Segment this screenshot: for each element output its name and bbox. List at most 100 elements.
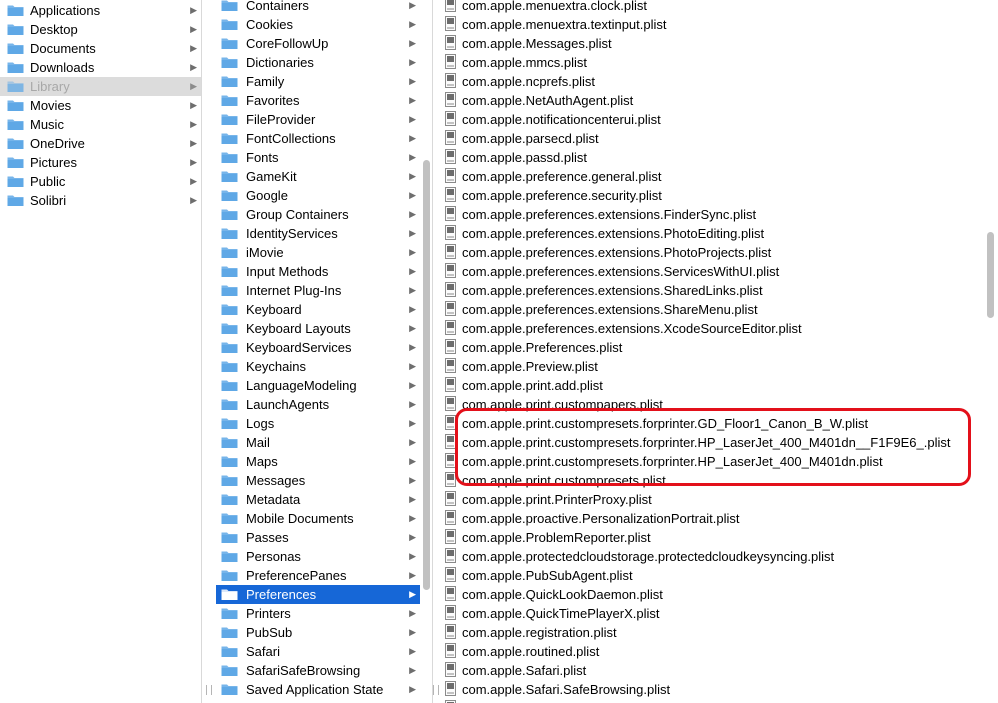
plist-file-item[interactable]: com.apple.Safari.SafeBrowsing.plist — [440, 680, 998, 699]
plist-file-item[interactable]: com.apple.routined.plist — [440, 642, 998, 661]
library-folder-item[interactable]: LaunchAgents ▶ — [216, 395, 420, 414]
library-folder-item[interactable]: Metadata ▶ — [216, 490, 420, 509]
plist-file-item[interactable]: com.apple.proactive.PersonalizationPortr… — [440, 509, 998, 528]
folder-icon — [221, 57, 238, 68]
item-label: com.apple.menuextra.textinput.plist — [462, 17, 667, 32]
disclosure-arrow-icon: ▶ — [190, 100, 197, 110]
disclosure-arrow-icon: ▶ — [409, 152, 416, 162]
plist-file-item[interactable]: com.apple.notificationcenterui.plist — [440, 110, 998, 129]
library-folder-item[interactable]: GameKit ▶ — [216, 167, 420, 186]
library-folder-item[interactable]: Logs ▶ — [216, 414, 420, 433]
plist-file-item[interactable]: com.apple.Safari.plist — [440, 661, 998, 680]
plist-file-item[interactable]: com.apple.preferences.extensions.PhotoPr… — [440, 243, 998, 262]
library-folder-item[interactable]: Saved Application State ▶ — [216, 680, 420, 699]
plist-file-item[interactable]: com.apple.Preview.plist — [440, 357, 998, 376]
library-folder-item[interactable]: Maps ▶ — [216, 452, 420, 471]
library-folder-item[interactable]: LanguageModeling ▶ — [216, 376, 420, 395]
library-folder-item[interactable]: Preferences ▶ — [216, 585, 420, 604]
folder-icon — [221, 131, 238, 145]
plist-file-item[interactable]: com.apple.menuextra.textinput.plist — [440, 15, 998, 34]
column-resize-handle[interactable] — [206, 685, 212, 695]
folder-icon — [221, 76, 238, 87]
library-folder-item[interactable]: Keyboard ▶ — [216, 300, 420, 319]
plist-file-item[interactable]: com.apple.ncprefs.plist — [440, 72, 998, 91]
plist-file-item[interactable]: com.apple.preferences.extensions.PhotoEd… — [440, 224, 998, 243]
library-folder-item[interactable]: KeyboardServices ▶ — [216, 338, 420, 357]
plist-file-item[interactable]: com.apple.passd.plist — [440, 148, 998, 167]
library-folder-item[interactable]: Printers ▶ — [216, 604, 420, 623]
sidebar-item[interactable]: Solibri ▶ — [0, 191, 201, 210]
library-folder-item[interactable]: Input Methods ▶ — [216, 262, 420, 281]
plist-file-item[interactable]: com.apple.NetAuthAgent.plist — [440, 91, 998, 110]
item-label: Safari — [246, 644, 280, 659]
plist-file-item[interactable]: com.apple.Preferences.plist — [440, 338, 998, 357]
disclosure-arrow-icon: ▶ — [409, 380, 416, 390]
library-folder-item[interactable]: Internet Plug-Ins ▶ — [216, 281, 420, 300]
sidebar-item[interactable]: Pictures ▶ — [0, 153, 201, 172]
plist-file-item[interactable]: com.apple.preferences.extensions.SharedL… — [440, 281, 998, 300]
plist-file-item[interactable]: com.apple.parsecd.plist — [440, 129, 998, 148]
plist-file-item[interactable]: com.apple.QuickTimePlayerX.plist — [440, 604, 998, 623]
library-folder-item[interactable]: Family ▶ — [216, 72, 420, 91]
sidebar-item[interactable]: OneDrive ▶ — [0, 134, 201, 153]
plist-file-item[interactable]: com.apple.Messages.plist — [440, 34, 998, 53]
plist-file-item[interactable]: com.apple.print.add.plist — [440, 376, 998, 395]
sidebar-item[interactable]: Library ▶ — [0, 77, 201, 96]
library-folder-item[interactable]: Personas ▶ — [216, 547, 420, 566]
library-folder-item[interactable]: IdentityServices ▶ — [216, 224, 420, 243]
plist-file-item[interactable]: com.apple.PubSubAgent.plist — [440, 566, 998, 585]
plist-file-item[interactable]: com.apple.registration.plist — [440, 623, 998, 642]
library-column-scrollbar[interactable] — [423, 160, 430, 590]
plist-file-item[interactable]: com.apple.Safari.Support.plist — [440, 699, 998, 703]
preferences-column-scrollbar[interactable] — [987, 232, 994, 318]
plist-file-item[interactable]: com.apple.protectedcloudstorage.protecte… — [440, 547, 998, 566]
library-folder-item[interactable]: PreferencePanes ▶ — [216, 566, 420, 585]
plist-file-item[interactable]: com.apple.preference.general.plist — [440, 167, 998, 186]
library-folder-item[interactable]: PubSub ▶ — [216, 623, 420, 642]
library-folder-item[interactable]: Keychains ▶ — [216, 357, 420, 376]
library-folder-item[interactable]: Cookies ▶ — [216, 15, 420, 34]
item-label: com.apple.mmcs.plist — [462, 55, 587, 70]
library-folder-item[interactable]: Google ▶ — [216, 186, 420, 205]
plist-file-item[interactable]: com.apple.preference.security.plist — [440, 186, 998, 205]
plist-file-item[interactable]: com.apple.ProblemReporter.plist — [440, 528, 998, 547]
folder-icon — [221, 228, 238, 239]
plist-file-item[interactable]: com.apple.preferences.extensions.XcodeSo… — [440, 319, 998, 338]
library-folder-item[interactable]: Mobile Documents ▶ — [216, 509, 420, 528]
sidebar-item[interactable]: Applications ▶ — [0, 1, 201, 20]
library-folder-item[interactable]: Dictionaries ▶ — [216, 53, 420, 72]
library-folder-item[interactable]: Group Containers ▶ — [216, 205, 420, 224]
plist-file-item[interactable]: com.apple.menuextra.clock.plist — [440, 0, 998, 15]
library-folder-item[interactable]: Safari ▶ — [216, 642, 420, 661]
library-folder-item[interactable]: Passes ▶ — [216, 528, 420, 547]
folder-icon — [221, 454, 238, 468]
library-folder-item[interactable]: Containers ▶ — [216, 0, 420, 15]
plist-file-item[interactable]: com.apple.preferences.extensions.ShareMe… — [440, 300, 998, 319]
library-folder-item[interactable]: Fonts ▶ — [216, 148, 420, 167]
library-folder-item[interactable]: Messages ▶ — [216, 471, 420, 490]
plist-file-icon — [445, 605, 456, 620]
item-label: IdentityServices — [246, 226, 338, 241]
sidebar-item[interactable]: Public ▶ — [0, 172, 201, 191]
plist-file-item[interactable]: com.apple.mmcs.plist — [440, 53, 998, 72]
library-folder-item[interactable]: Keyboard Layouts ▶ — [216, 319, 420, 338]
plist-file-item[interactable]: com.apple.print.PrinterProxy.plist — [440, 490, 998, 509]
library-folder-item[interactable]: Favorites ▶ — [216, 91, 420, 110]
sidebar-item[interactable]: Desktop ▶ — [0, 20, 201, 39]
sidebar-item[interactable]: Movies ▶ — [0, 96, 201, 115]
library-folder-item[interactable]: FontCollections ▶ — [216, 129, 420, 148]
sidebar-item[interactable]: Music ▶ — [0, 115, 201, 134]
sidebar-item[interactable]: Downloads ▶ — [0, 58, 201, 77]
library-folder-item[interactable]: FileProvider ▶ — [216, 110, 420, 129]
library-folder-item[interactable]: SafariSafeBrowsing ▶ — [216, 661, 420, 680]
library-folder-item[interactable]: Mail ▶ — [216, 433, 420, 452]
plist-file-icon — [445, 149, 456, 164]
library-folder-item[interactable]: CoreFollowUp ▶ — [216, 34, 420, 53]
library-folder-item[interactable]: iMovie ▶ — [216, 243, 420, 262]
folder-icon — [7, 24, 24, 35]
plist-file-item[interactable]: com.apple.preferences.extensions.Service… — [440, 262, 998, 281]
plist-file-item[interactable]: com.apple.QuickLookDaemon.plist — [440, 585, 998, 604]
sidebar-item[interactable]: Documents ▶ — [0, 39, 201, 58]
plist-file-item[interactable]: com.apple.preferences.extensions.FinderS… — [440, 205, 998, 224]
column-resize-handle[interactable] — [433, 685, 439, 695]
